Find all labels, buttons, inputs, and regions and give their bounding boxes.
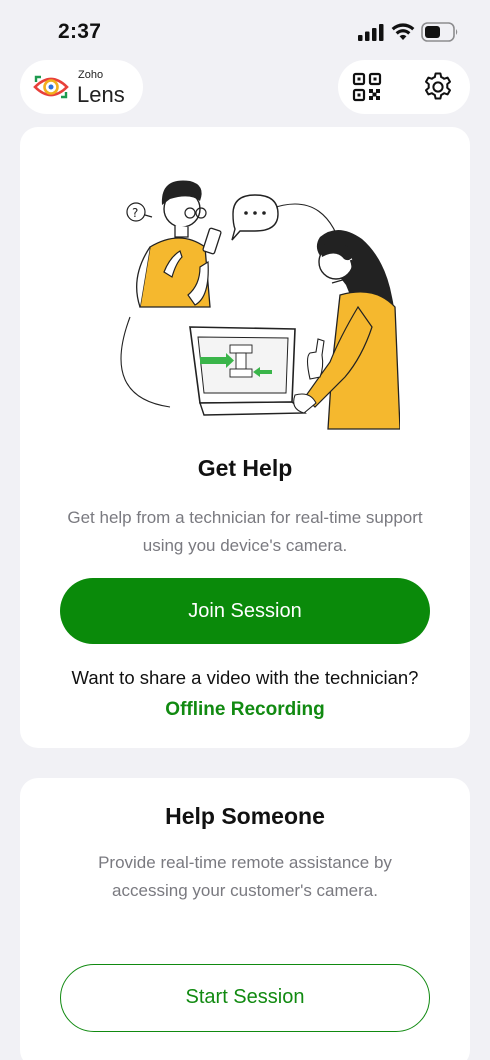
help-someone-description: Provide real-time remote assistance by a… [98, 853, 392, 900]
join-session-button[interactable]: Join Session [60, 578, 430, 644]
get-help-description: Get help from a technician for real-time… [67, 508, 423, 555]
offline-recording-link[interactable]: Offline Recording [20, 699, 470, 721]
logo-product: Lens [77, 82, 125, 107]
qr-code-icon[interactable] [352, 72, 382, 102]
cellular-signal-icon [358, 24, 384, 41]
help-someone-card: Help Someone Provide real-time remote as… [20, 778, 470, 1060]
status-time: 2:37 [58, 20, 102, 43]
get-help-title: Get Help [197, 455, 293, 481]
svg-text:?: ? [132, 206, 138, 220]
help-someone-title: Help Someone [165, 803, 325, 829]
support-illustration: ? [120, 180, 400, 430]
app-logo: Zoho Lens [20, 60, 143, 114]
zoho-lens-logo-icon [33, 75, 69, 99]
header-actions [338, 60, 470, 114]
get-help-card: ? Get Help Get help from a technician fo… [20, 127, 470, 748]
status-bar: 2:37 [0, 0, 490, 58]
wifi-icon [391, 23, 415, 40]
share-video-prompt: Want to share a video with the technicia… [71, 667, 419, 688]
battery-icon [421, 22, 458, 42]
start-session-button[interactable]: Start Session [60, 964, 430, 1032]
logo-brand: Zoho [78, 69, 104, 81]
gear-icon[interactable] [422, 71, 454, 103]
